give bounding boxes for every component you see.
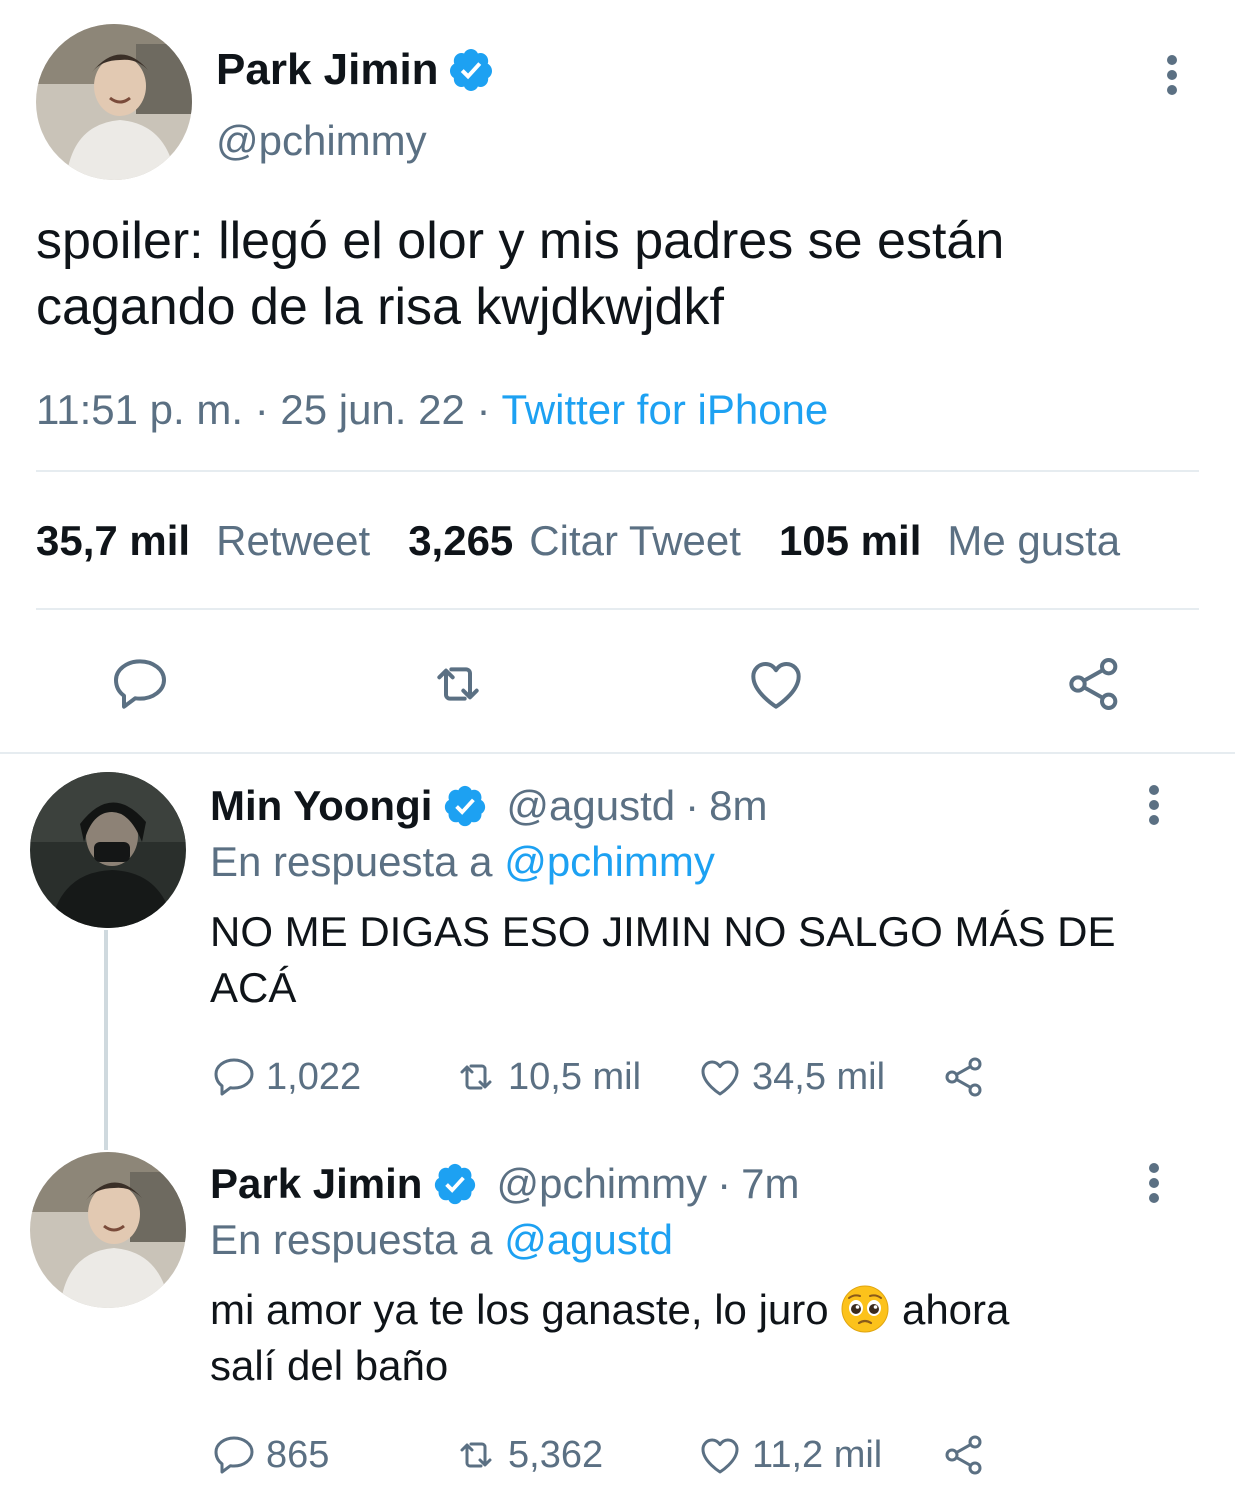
reply-icon[interactable] [108,652,172,716]
reply-author-name[interactable]: Park Jimin [210,1158,422,1210]
reply-count: 865 [266,1434,330,1476]
author-name-row[interactable]: Park Jimin [216,44,495,96]
retweet-count: 35,7 mil [36,517,191,564]
verified-badge-icon [445,785,486,827]
reply-text-line: salí del baño [210,1342,449,1389]
verified-badge-icon [449,49,492,91]
reply-age[interactable]: 7m [741,1158,799,1210]
like-count: 105 mil [778,517,922,564]
reply-header: Min Yoongi @agustd · 8m [210,780,768,832]
retweet-icon [460,1064,492,1090]
replying-to-handle[interactable]: @pchimmy [504,838,715,885]
meta-separator: · [476,386,491,433]
more-icon[interactable] [1152,52,1192,98]
share-icon [945,1057,982,1097]
meta-separator: · [717,1160,732,1207]
retweet-action[interactable]: 5,362 [452,1430,603,1480]
reply-text-line: mi amor ya te los ganaste, lo juro ahora [210,1282,1170,1338]
like-label: Me gusta [947,517,1121,564]
reply-author-handle[interactable]: @pchimmy [496,1158,707,1210]
author-name[interactable]: Park Jimin [216,44,439,96]
like-stat[interactable]: 105 mil Me gusta [779,515,1120,567]
like-action[interactable]: 34,5 mil [696,1052,885,1102]
avatar-photo [36,24,192,180]
author-avatar[interactable] [36,24,192,180]
reply-text-line: ACÁ [210,964,297,1011]
retweet-count: 5,362 [508,1434,604,1476]
pleading-face-emoji-icon [841,1285,889,1333]
tweet-meta: 11:51 p. m. · 25 jun. 22 · Twitter for i… [36,384,828,436]
replying-to-prefix: En respuesta a [210,838,493,885]
reply-actions: 865 5,362 11,2 mil [210,1430,1010,1480]
reply-text-part: ahora [901,1286,1010,1333]
quote-label: Citar Tweet [529,517,741,564]
reply-text-line: NO ME DIGAS ESO JIMIN NO SALGO MÁS DE [210,908,1116,955]
reply-avatar[interactable] [30,1152,186,1308]
retweet-count: 10,5 mil [508,1056,642,1098]
reply-icon [214,1058,254,1096]
author-handle[interactable]: @pchimmy [216,116,427,166]
like-count: 34,5 mil [752,1056,886,1098]
tweet-source-link[interactable]: Twitter for iPhone [501,386,828,433]
section-divider [0,752,1235,754]
reply-author-name[interactable]: Min Yoongi [210,780,432,832]
tweet-time: 11:51 p. m. [36,386,244,433]
verified-badge-icon [435,1163,476,1205]
divider [36,470,1199,472]
retweet-label: Retweet [216,517,371,564]
meta-separator: · [685,782,700,829]
share-icon[interactable] [1062,652,1126,716]
replying-to-prefix: En respuesta a [210,1216,493,1263]
quote-stat[interactable]: 3,265 Citar Tweet [408,515,741,567]
retweet-icon[interactable] [426,652,490,716]
more-icon[interactable] [1134,782,1174,828]
reply-actions: 1,022 10,5 mil 34,5 mil [210,1052,1010,1102]
share-icon [945,1435,982,1475]
tweet-text-line: cagando de la risa kwjdkwjdkf [36,278,724,336]
tweet-text-line: spoiler: llegó el olor y mis padres se e… [36,212,1005,270]
reply-icon [214,1436,254,1474]
share-action[interactable] [940,1430,996,1480]
replying-to: En respuesta a @agustd [210,1214,673,1266]
retweet-action[interactable]: 10,5 mil [452,1052,641,1102]
reply-author-handle[interactable]: @agustd [506,780,675,832]
like-count: 11,2 mil [752,1434,883,1476]
reply-text-part: mi amor ya te los ganaste, lo juro [210,1286,829,1333]
reply-header: Park Jimin @pchimmy · 7m [210,1158,799,1210]
avatar-photo [30,1152,186,1308]
avatar-photo [30,772,186,928]
like-action[interactable]: 11,2 mil [696,1430,882,1480]
reply-count: 1,022 [266,1056,362,1098]
replying-to: En respuesta a @pchimmy [210,836,715,888]
reply-text: NO ME DIGAS ESO JIMIN NO SALGO MÁS DE AC… [210,904,1170,1016]
share-action[interactable] [940,1052,996,1102]
retweet-icon [460,1442,492,1468]
tweet-stats: 35,7 mil Retweet 3,265 Citar Tweet 105 m… [36,515,1120,567]
reply-text: mi amor ya te los ganaste, lo juro ahora… [210,1282,1170,1394]
like-icon [701,1438,739,1474]
tweet-text: spoiler: llegó el olor y mis padres se e… [36,208,1206,340]
reply-action[interactable]: 1,022 [210,1052,361,1102]
reply-action[interactable]: 865 [210,1430,329,1480]
tweet-date[interactable]: 25 jun. 22 [280,386,465,433]
quote-count: 3,265 [408,517,514,564]
retweet-stat[interactable]: 35,7 mil Retweet [36,515,370,567]
more-icon[interactable] [1134,1160,1174,1206]
like-icon[interactable] [744,652,808,716]
meta-separator: · [254,386,269,433]
divider [36,608,1199,610]
reply-avatar[interactable] [30,772,186,928]
like-icon [701,1060,739,1096]
thread-line [104,930,108,1150]
reply-age[interactable]: 8m [709,780,767,832]
replying-to-handle[interactable]: @agustd [504,1216,673,1263]
